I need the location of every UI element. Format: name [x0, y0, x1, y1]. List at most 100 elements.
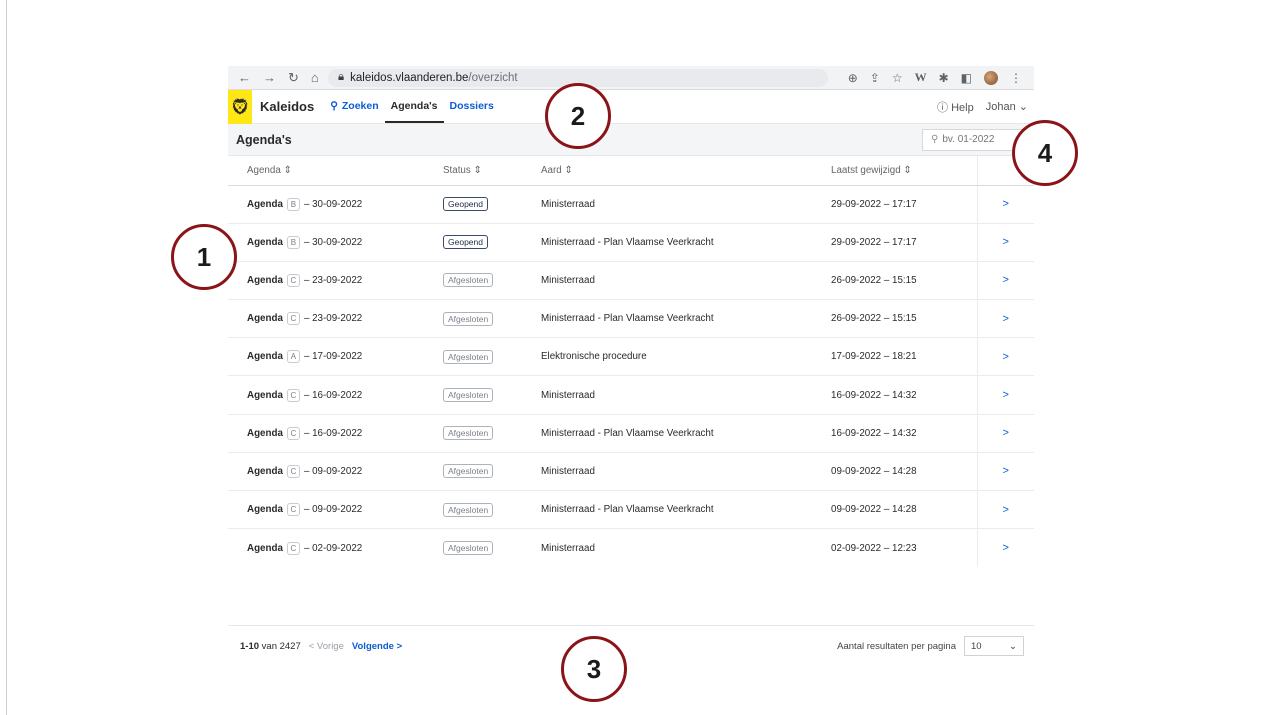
version-badge: A [286, 350, 300, 364]
agenda-label: Agenda [247, 465, 283, 477]
page-divider [6, 0, 7, 715]
help-link[interactable]: ⓘ Help [937, 99, 974, 115]
aard-cell: Ministerraad - Plan Vlaamse Veerkracht [522, 490, 812, 530]
aard-cell: Ministerraad - Plan Vlaamse Veerkracht [522, 299, 812, 339]
table-row[interactable]: Agenda C – 16-09-2022 Afgesloten Ministerraa… [228, 375, 1034, 415]
search-input[interactable] [942, 134, 1023, 145]
url-host: kaleidos.vlaanderen.be [350, 71, 469, 84]
aard-cell: Ministerraad [522, 261, 812, 301]
version-badge: B [286, 197, 300, 211]
agenda-date: – 02-09-2022 [303, 542, 363, 554]
table-row[interactable]: Agenda C – 09-09-2022 Afgesloten Ministerraa… [228, 490, 1034, 530]
chevron-right-icon: > [1002, 312, 1009, 325]
agenda-date: – 30-09-2022 [303, 236, 363, 248]
extensions-icon[interactable]: ✱ [939, 71, 949, 85]
table-row[interactable]: Agenda C – 23-09-2022 Afgesloten Ministerraa… [228, 261, 1034, 301]
col-modified[interactable]: Laatst gewijzigd ⇕ [812, 156, 977, 186]
agenda-cell: Agenda A – 17-09-2022 [228, 337, 424, 377]
agenda-label: Agenda [247, 313, 283, 325]
previous-page-button[interactable]: < Vorige [309, 641, 344, 652]
sidepanel-icon[interactable]: ◧ [961, 71, 972, 85]
agenda-date: – 17-09-2022 [303, 351, 363, 363]
nav-search[interactable]: ⚲ Zoeken [324, 90, 384, 123]
flemish-lion-logo: 🦁︎ [228, 90, 252, 124]
chevron-right-icon: > [1002, 198, 1009, 211]
page-header: Agenda's ⚲ [228, 124, 1034, 156]
agenda-cell: Agenda C – 16-09-2022 [228, 414, 424, 453]
version-badge: C [286, 541, 300, 555]
open-row-button[interactable]: > [976, 261, 1034, 301]
table-row[interactable]: Agenda C – 02-09-2022 Afgesloten Ministerraa… [228, 528, 1034, 567]
open-row-button[interactable]: > [976, 490, 1034, 530]
status-cell: Afgesloten [424, 299, 522, 339]
per-page-select[interactable]: 10 ⌄ [964, 636, 1024, 656]
agenda-date: – 30-09-2022 [303, 198, 363, 210]
table-row[interactable]: Agenda C – 09-09-2022 Afgesloten Ministerraa… [228, 452, 1034, 492]
agenda-date: – 23-09-2022 [303, 313, 363, 325]
zoom-icon[interactable]: ⊕ [848, 71, 858, 85]
open-row-button[interactable]: > [976, 528, 1034, 567]
open-row-button[interactable]: > [976, 185, 1034, 224]
table-row[interactable]: Agenda C – 23-09-2022 Afgesloten Ministerraa… [228, 299, 1034, 339]
agenda-cell: Agenda C – 02-09-2022 [228, 529, 424, 567]
share-icon[interactable]: ⇪ [870, 71, 880, 85]
table-row[interactable]: Agenda B – 30-09-2022 Geopend Ministerraad -… [228, 223, 1034, 262]
agenda-date: – 09-09-2022 [303, 465, 363, 477]
modified-cell: 26-09-2022 – 15:15 [812, 261, 977, 301]
next-page-button[interactable]: Volgende > [352, 641, 402, 652]
chevron-right-icon: > [1002, 236, 1009, 249]
table-row[interactable]: Agenda A – 17-09-2022 Afgesloten Elektronisc… [228, 337, 1034, 377]
aard-cell: Elektronische procedure [522, 337, 812, 377]
aard-cell: Ministerraad [522, 375, 812, 415]
per-page-label: Aantal resultaten per pagina [837, 640, 956, 652]
forward-icon[interactable]: → [263, 70, 276, 86]
open-row-button[interactable]: > [976, 452, 1034, 492]
agenda-label: Agenda [247, 274, 283, 286]
status-cell: Afgesloten [424, 452, 522, 492]
nav-agendas[interactable]: Agenda's [384, 90, 444, 123]
back-icon[interactable]: ← [238, 70, 251, 86]
agenda-label: Agenda [247, 389, 283, 401]
annotation-marker-1: 1 [171, 224, 237, 290]
annotation-marker-4: 4 [1012, 120, 1078, 186]
modified-cell: 17-09-2022 – 18:21 [812, 337, 977, 377]
table-row[interactable]: Agenda B – 30-09-2022 Geopend Ministerraad 29… [228, 185, 1034, 224]
chevron-right-icon: > [1002, 465, 1009, 478]
home-icon[interactable]: ⌂ [311, 70, 319, 86]
per-page-control: Aantal resultaten per pagina 10 ⌄ [837, 636, 1034, 656]
app-window: ← → ↻ ⌂ 🔒︎ kaleidos.vlaanderen.be/overzi… [228, 66, 1034, 666]
col-status[interactable]: Status ⇕ [424, 156, 522, 186]
menu-icon[interactable]: ⋮ [1010, 71, 1022, 85]
browser-toolbar: ← → ↻ ⌂ 🔒︎ kaleidos.vlaanderen.be/overzi… [228, 66, 1034, 90]
open-row-button[interactable]: > [976, 414, 1034, 453]
version-badge: C [286, 426, 300, 440]
lock-icon: 🔒︎ [338, 71, 345, 83]
col-agenda[interactable]: Agenda ⇕ [228, 156, 424, 186]
agenda-cell: Agenda B – 30-09-2022 [228, 185, 424, 224]
agenda-label: Agenda [247, 427, 283, 439]
col-aard[interactable]: Aard ⇕ [522, 156, 812, 186]
open-row-button[interactable]: > [976, 375, 1034, 415]
reload-icon[interactable]: ↻ [288, 70, 299, 86]
aard-cell: Ministerraad [541, 542, 595, 554]
nav-dossiers[interactable]: Dossiers [444, 90, 500, 123]
agenda-cell: Agenda C – 09-09-2022 [228, 490, 424, 530]
modified-cell: 09-09-2022 – 14:28 [812, 490, 977, 530]
star-icon[interactable]: ☆ [892, 71, 903, 85]
wikipedia-extension-icon[interactable]: W [915, 70, 927, 85]
chevron-right-icon: > [1002, 427, 1009, 440]
version-badge: C [286, 388, 300, 402]
profile-avatar[interactable] [984, 70, 998, 85]
agenda-date: – 23-09-2022 [303, 274, 363, 286]
open-row-button[interactable]: > [976, 299, 1034, 339]
header-actions: ⓘ Help Johan ⌄ [937, 90, 1034, 123]
open-row-button[interactable]: > [976, 223, 1034, 262]
modified-cell: 02-09-2022 – 12:23 [831, 542, 917, 554]
open-row-button[interactable]: > [976, 337, 1034, 377]
table-row[interactable]: Agenda C – 16-09-2022 Afgesloten Ministerraa… [228, 414, 1034, 453]
app-header: 🦁︎ Kaleidos ⚲ Zoeken Agenda's Dossiers ⓘ … [228, 90, 1034, 124]
annotation-marker-2: 2 [545, 83, 611, 149]
version-badge: C [286, 312, 300, 326]
help-icon: ⓘ [937, 101, 949, 114]
user-menu[interactable]: Johan ⌄ [986, 100, 1028, 113]
